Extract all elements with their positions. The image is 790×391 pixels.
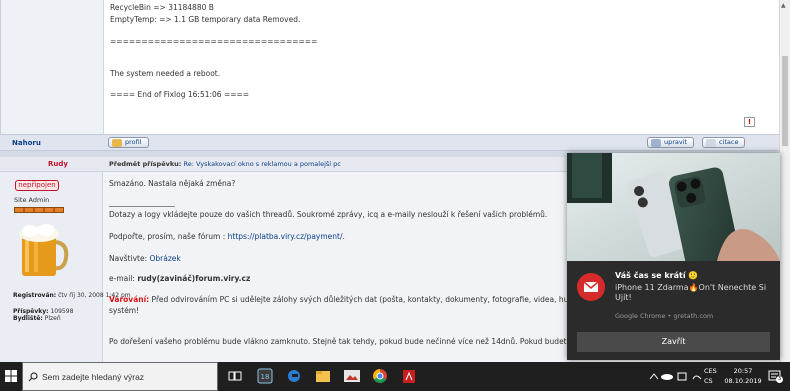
clock-date: 08.10.2019 xyxy=(724,377,762,385)
quote-button-label: citace xyxy=(719,138,739,146)
taskbar-clock[interactable]: 20:57 08.10.2019 xyxy=(724,366,762,386)
email-line: e-mail: rudy(zavináč)forum.viry.cz xyxy=(109,274,251,283)
edit-button-label: upravit xyxy=(664,138,688,146)
post-subject: Předmět příspěvku: Re: Vyskakovací okno … xyxy=(109,160,341,168)
input-language-indicator[interactable]: CES CS xyxy=(704,366,717,386)
report-post-button[interactable]: ! xyxy=(744,117,755,127)
scrollbar-thumb[interactable] xyxy=(782,56,788,146)
visit-line: Navštivte: Obrázek xyxy=(109,254,181,263)
edge-browser-icon[interactable] xyxy=(281,362,307,391)
close-notification-button[interactable]: Zavřít xyxy=(577,332,770,352)
beer-mug-avatar xyxy=(14,220,70,280)
post-author-name[interactable]: Rudy xyxy=(48,160,68,168)
previous-post-author-column xyxy=(1,0,104,134)
quote-button[interactable]: citace xyxy=(702,137,746,148)
app-18-icon[interactable]: 18 xyxy=(252,362,278,391)
notification-message: iPhone 11 Zdarma🔥On't Nenechte Si Ujít! xyxy=(615,283,767,302)
task-view-icon[interactable] xyxy=(222,362,248,391)
notification-count-badge: 3 xyxy=(776,376,783,383)
taskbar-search-box[interactable]: Sem zadejte hledaný výraz xyxy=(22,362,218,391)
post-text-line: Po dořešení vašeho problému bude vlákno … xyxy=(109,337,618,346)
profile-button[interactable]: profil xyxy=(108,137,149,148)
payment-link[interactable]: https://platba.viry.cz/payment/ xyxy=(228,232,343,241)
post-count-info: Příspěvky: 109598 xyxy=(13,308,74,315)
log-line: RecycleBin => 31184880 B xyxy=(110,3,214,12)
back-to-top-link[interactable]: Nahoru xyxy=(12,139,41,147)
signature-divider xyxy=(109,206,175,207)
log-line: EmptyTemp: => 1.1 GB temporary data Remo… xyxy=(110,15,301,24)
iphone-advert-image xyxy=(567,153,780,261)
pdf-reader-icon[interactable] xyxy=(396,362,422,391)
support-line: Podpořte, prosím, naše fórum : https://p… xyxy=(109,232,345,241)
log-line: ================================= xyxy=(110,37,318,46)
post-text-line: Dotazy a logy vkládejte pouze do vašich … xyxy=(109,210,548,219)
svg-text:18: 18 xyxy=(261,373,270,381)
chrome-notification-toast[interactable]: Váš čas se krátí 🙂 iPhone 11 Zdarma🔥On't… xyxy=(567,153,780,360)
post-text-line: Smazáno. Nastala nějaká změna? xyxy=(109,179,236,188)
subject-re: Re: xyxy=(183,160,194,168)
mail-icon xyxy=(577,273,605,301)
page-scrollbar[interactable]: ▲ xyxy=(779,0,790,362)
search-icon xyxy=(28,372,38,382)
author-rank: Site Admin xyxy=(14,196,50,204)
author-info-column: nepřipojen Site Admin Registrován: čtv ř… xyxy=(0,172,131,362)
subject-link[interactable]: Vyskakovací okno s reklamou a pomalejší … xyxy=(196,160,341,168)
warning-line-continued: systém! xyxy=(109,306,140,315)
subject-label: Předmět příspěvku: xyxy=(109,160,182,168)
warning-line: Varování: Před odvirováním PC si udělejt… xyxy=(109,295,612,304)
edit-icon xyxy=(651,139,661,147)
clock-time: 20:57 xyxy=(733,367,753,375)
action-center-icon[interactable]: 3 xyxy=(768,369,783,383)
windows-start-icon[interactable] xyxy=(0,362,22,391)
profile-icon xyxy=(112,139,122,147)
profile-button-label: profil xyxy=(125,138,142,146)
notification-title: Váš čas se krátí 🙂 xyxy=(615,271,699,280)
system-tray-icons[interactable] xyxy=(645,362,705,391)
scroll-up-arrow-icon[interactable]: ▲ xyxy=(781,2,786,9)
windows-taskbar: Sem zadejte hledaný výraz 18 CES CS 20:5… xyxy=(0,362,790,391)
offline-status-badge: nepřipojen xyxy=(15,180,59,191)
chrome-browser-icon[interactable] xyxy=(367,362,393,391)
search-placeholder: Sem zadejte hledaný výraz xyxy=(42,372,145,382)
location-info: Bydliště: Plzeň xyxy=(13,315,61,322)
log-line: The system needed a reboot. xyxy=(110,69,221,78)
notification-source: Google Chrome • gretath.com xyxy=(615,312,714,320)
edit-button[interactable]: upravit xyxy=(647,137,695,148)
quote-icon xyxy=(706,139,716,147)
file-explorer-icon[interactable] xyxy=(310,362,336,391)
log-line: ==== End of Fixlog 16:51:06 ==== xyxy=(110,90,250,99)
broken-image-link[interactable]: Obrázek xyxy=(149,254,180,263)
rank-stars xyxy=(14,207,64,213)
app-picture-icon[interactable] xyxy=(339,362,365,391)
previous-post-body: RecycleBin => 31184880 B EmptyTemp: => 1… xyxy=(0,0,779,134)
post-action-bar: Nahoru profil upravit citace xyxy=(0,134,779,151)
